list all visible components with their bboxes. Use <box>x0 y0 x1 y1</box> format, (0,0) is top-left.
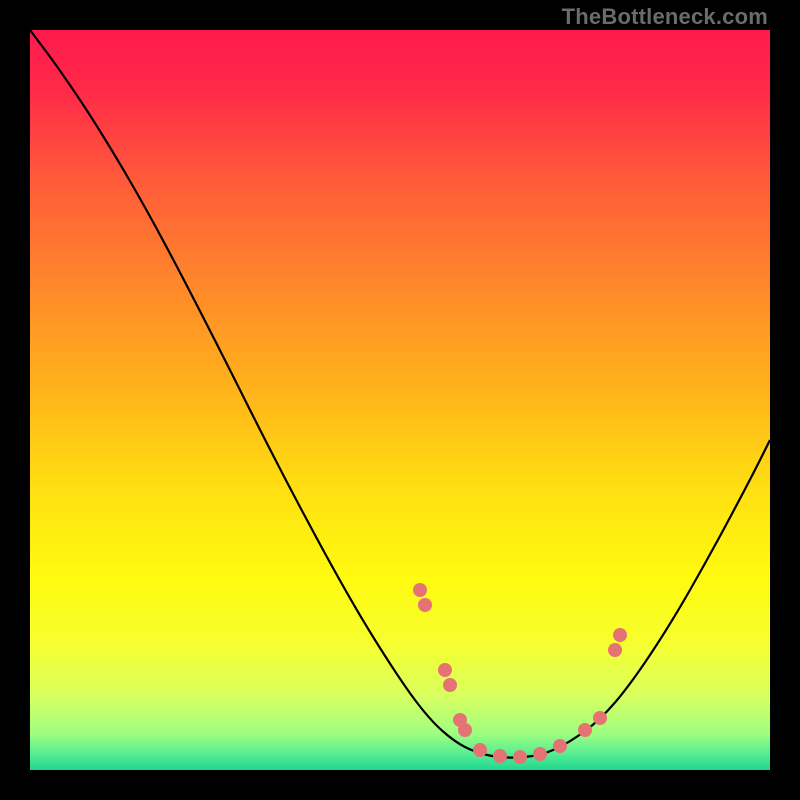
curve-marker <box>458 723 472 737</box>
curve-marker <box>413 583 427 597</box>
curve-marker <box>533 747 547 761</box>
curve-marker <box>443 678 457 692</box>
curve-marker <box>418 598 432 612</box>
curve-marker <box>438 663 452 677</box>
curve-marker <box>593 711 607 725</box>
curve-marker <box>513 750 527 764</box>
bottleneck-curve <box>30 30 770 758</box>
curve-marker <box>578 723 592 737</box>
curve-marker <box>613 628 627 642</box>
curve-marker <box>493 749 507 763</box>
curve-marker <box>553 739 567 753</box>
chart-frame <box>30 30 770 770</box>
chart-overlay <box>30 30 770 770</box>
curve-markers <box>413 583 627 764</box>
curve-marker <box>608 643 622 657</box>
curve-marker <box>473 743 487 757</box>
attribution-text: TheBottleneck.com <box>562 4 768 30</box>
